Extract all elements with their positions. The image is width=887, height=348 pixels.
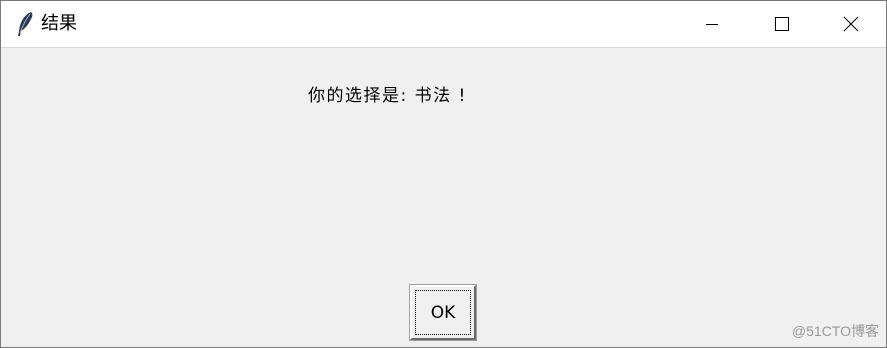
title-bar[interactable]: 结果 (1, 1, 886, 48)
maximize-icon (774, 16, 790, 32)
window-title: 结果 (41, 13, 77, 34)
dialog-body: 你的选择是: 书法 ! OK (1, 48, 886, 347)
minimize-button[interactable] (677, 1, 747, 47)
ok-button[interactable]: OK (409, 284, 477, 341)
dialog-window: 结果 你的选择是: 书法 ! OK (0, 0, 887, 348)
maximize-button[interactable] (747, 1, 817, 47)
minimize-icon (704, 16, 720, 32)
result-message: 你的选择是: 书法 ! (308, 86, 467, 106)
feather-icon (15, 11, 35, 37)
watermark: @51CTO博客 (791, 323, 879, 339)
ok-button-label: OK (430, 302, 456, 323)
close-button[interactable] (816, 1, 886, 47)
close-icon (842, 15, 860, 33)
